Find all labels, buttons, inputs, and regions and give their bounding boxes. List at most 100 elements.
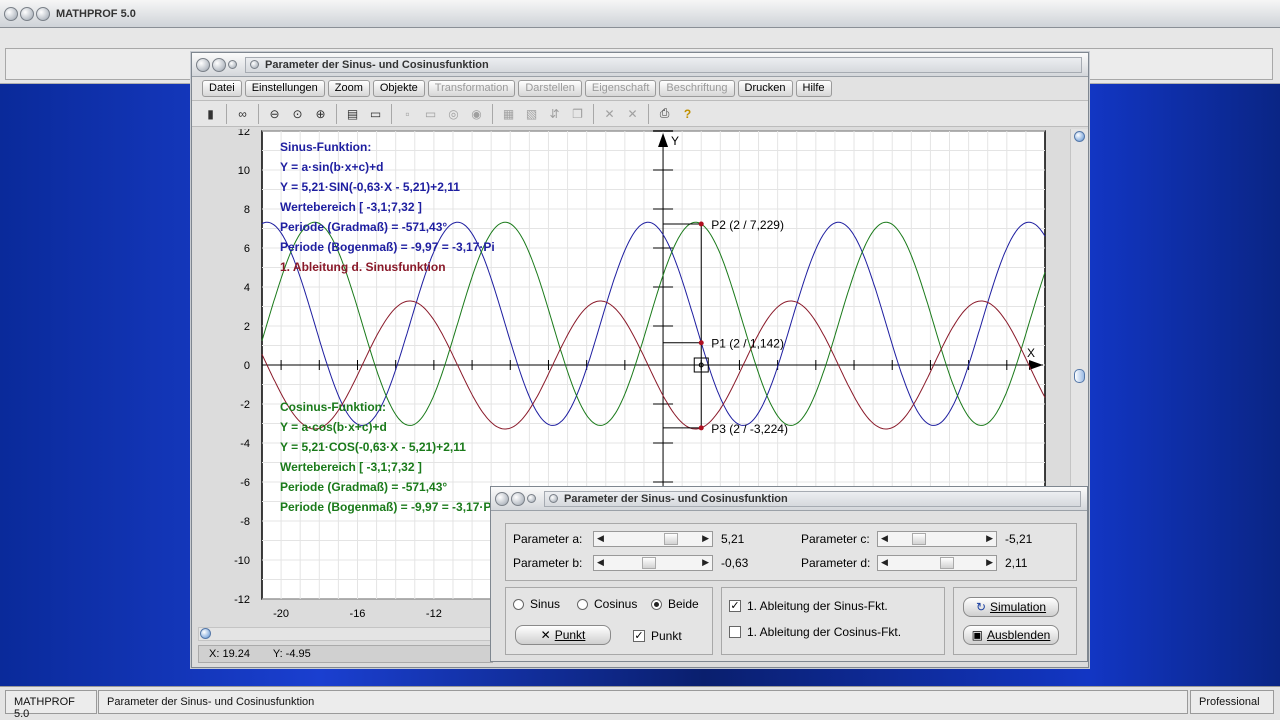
- param-d-row: Parameter d: ◀ ▶ 2,11: [801, 555, 1045, 571]
- menu-item-objekte[interactable]: Objekte: [372, 80, 425, 97]
- cross-icon[interactable]: ✕: [599, 104, 620, 124]
- horizontal-scrollbar[interactable]: [198, 627, 493, 641]
- window-icon[interactable]: ▭: [365, 104, 386, 124]
- slider-thumb[interactable]: [912, 533, 926, 545]
- window-control-icon[interactable]: [20, 6, 34, 21]
- sinus-info-line: Y = 5,21·SIN(-0,63·X - 5,21)+2,11: [280, 180, 460, 194]
- double-box-icon[interactable]: ▭: [420, 104, 441, 124]
- param-a-value: 5,21: [721, 532, 745, 546]
- punkt-checkbox[interactable]: ✓ Punkt: [633, 629, 682, 643]
- sinus-info-line: Wertebereich [ -3,1;7,32 ]: [280, 200, 422, 214]
- checkmark-icon[interactable]: ✓: [633, 630, 645, 642]
- window-control-icon[interactable]: [212, 57, 226, 72]
- graph-window-titlebar: Parameter der Sinus- und Cosinusfunktion: [192, 53, 1088, 77]
- menu-item-beschriftung[interactable]: Beschriftung: [659, 80, 735, 97]
- settings-icon[interactable]: ▤: [342, 104, 363, 124]
- exit-icon[interactable]: ▮: [200, 104, 221, 124]
- punkt-button[interactable]: ✕ Punkt: [515, 625, 611, 645]
- window-title: Parameter der Sinus- und Cosinusfunktion: [265, 58, 489, 71]
- print-icon[interactable]: ⎙: [654, 104, 675, 124]
- glasses-icon[interactable]: ∞: [232, 104, 253, 124]
- menu-item-hilfe[interactable]: Hilfe: [795, 80, 832, 97]
- dialog-title-box: Parameter der Sinus- und Cosinusfunktion: [544, 490, 1081, 507]
- scroll-up-icon[interactable]: [1074, 131, 1085, 142]
- menu-item-darstellen[interactable]: Darstellen: [518, 80, 582, 97]
- point-marker[interactable]: [698, 221, 704, 227]
- param-b-slider[interactable]: ◀ ▶: [593, 555, 713, 571]
- window-control-icon[interactable]: [527, 494, 536, 503]
- window-control-icon[interactable]: [495, 491, 509, 506]
- window-control-icon[interactable]: [228, 60, 237, 69]
- radio-cosinus[interactable]: Cosinus: [577, 597, 637, 611]
- arrow-right-icon[interactable]: ▶: [986, 533, 993, 544]
- point-marker[interactable]: [698, 340, 704, 346]
- arrange-icon[interactable]: ⇵: [544, 104, 565, 124]
- help-icon[interactable]: ?: [677, 104, 698, 124]
- scroll-thumb[interactable]: [1074, 369, 1085, 383]
- menu-item-einstellungen[interactable]: Einstellungen: [244, 80, 325, 97]
- menu-item-drucken[interactable]: Drucken: [737, 80, 793, 97]
- table-icon[interactable]: ▦: [498, 104, 519, 124]
- toolbar-separator: [336, 103, 337, 124]
- cosinus-info-line: Y = a·cos(b·x+c)+d: [280, 420, 387, 434]
- zoom-in-icon[interactable]: ⊕: [310, 104, 331, 124]
- arrow-left-icon[interactable]: ◀: [881, 533, 888, 544]
- param-d-slider[interactable]: ◀ ▶: [877, 555, 997, 571]
- point-marker[interactable]: [698, 425, 704, 431]
- slider-thumb[interactable]: [642, 557, 656, 569]
- y-tick-label: 10: [238, 165, 250, 177]
- window-control-icon[interactable]: [196, 57, 210, 72]
- menu-item-zoom[interactable]: Zoom: [327, 80, 370, 97]
- cross-2-icon[interactable]: ✕: [622, 104, 643, 124]
- small-box-icon[interactable]: ▫: [397, 104, 418, 124]
- arrow-left-icon[interactable]: ◀: [881, 557, 888, 568]
- window-control-icon[interactable]: [511, 491, 525, 506]
- window-icon: ▣: [971, 628, 983, 642]
- radio-beide[interactable]: Beide: [651, 597, 699, 611]
- radio-sinus[interactable]: Sinus: [513, 597, 560, 611]
- window-title-box: Parameter der Sinus- und Cosinusfunktion: [245, 56, 1082, 73]
- slider-thumb[interactable]: [940, 557, 954, 569]
- hide-button[interactable]: ▣ Ausblenden: [963, 625, 1059, 645]
- calc-icon[interactable]: ▧: [521, 104, 542, 124]
- parameter-dialog-titlebar: Parameter der Sinus- und Cosinusfunktion: [491, 487, 1087, 511]
- menu-item-datei[interactable]: Datei: [202, 80, 242, 97]
- arrow-right-icon[interactable]: ▶: [986, 557, 993, 568]
- radio-dot-icon[interactable]: [577, 598, 588, 610]
- window-control-icon[interactable]: [36, 6, 50, 21]
- simulation-button[interactable]: ↻ Simulation: [963, 597, 1059, 617]
- circle-box-2-icon[interactable]: ◉: [466, 104, 487, 124]
- arrow-left-icon[interactable]: ◀: [597, 533, 604, 544]
- window-control-icon[interactable]: [4, 6, 18, 21]
- cosinus-derivative-checkbox[interactable]: 1. Ableitung der Cosinus-Fkt.: [729, 625, 901, 639]
- menubar: Datei Einstellungen Zoom Objekte Transformat…: [192, 77, 1088, 101]
- arrow-right-icon[interactable]: ▶: [702, 557, 709, 568]
- copy-icon[interactable]: ❐: [567, 104, 588, 124]
- x-axis-label: X: [1027, 346, 1035, 360]
- y-tick-label: -12: [234, 594, 250, 606]
- radio-dot-icon[interactable]: [651, 598, 662, 610]
- coordinate-readout: X: 19.24 Y: -4.95: [198, 645, 493, 663]
- circle-box-icon[interactable]: ◎: [443, 104, 464, 124]
- radio-dot-icon[interactable]: [513, 598, 524, 610]
- param-a-label: Parameter a:: [513, 532, 583, 546]
- sinus-derivative-label: 1. Ableitung der Sinus-Fkt.: [747, 599, 888, 613]
- checkmark-icon[interactable]: ✓: [729, 600, 741, 612]
- param-c-label: Parameter c:: [801, 532, 870, 546]
- sinus-derivative-checkbox[interactable]: ✓ 1. Ableitung der Sinus-Fkt.: [729, 599, 888, 613]
- checkbox-icon[interactable]: [729, 626, 741, 638]
- punkt-button-label: Punkt: [554, 628, 586, 642]
- app-titlebar: MATHPROF 5.0: [0, 0, 1280, 28]
- zoom-out-icon[interactable]: ⊖: [264, 104, 285, 124]
- scroll-left-icon[interactable]: [200, 628, 211, 639]
- param-c-slider[interactable]: ◀ ▶: [877, 531, 997, 547]
- arrow-right-icon[interactable]: ▶: [702, 533, 709, 544]
- slider-thumb[interactable]: [664, 533, 678, 545]
- y-tick-label: -2: [240, 399, 250, 411]
- zoom-icon[interactable]: ⊙: [287, 104, 308, 124]
- menu-item-eigenschaft[interactable]: Eigenschaft: [584, 80, 657, 97]
- cosinus-info-line: Cosinus-Funktion:: [280, 400, 386, 414]
- arrow-left-icon[interactable]: ◀: [597, 557, 604, 568]
- menu-item-transformation[interactable]: Transformation: [427, 80, 516, 97]
- param-a-slider[interactable]: ◀ ▶: [593, 531, 713, 547]
